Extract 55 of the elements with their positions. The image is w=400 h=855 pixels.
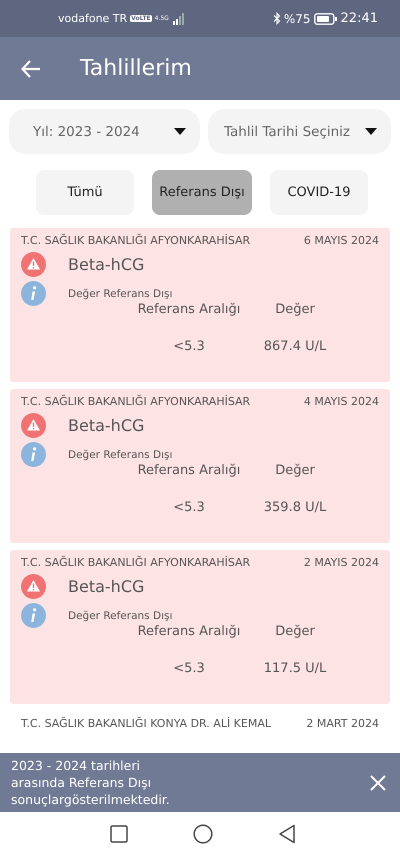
reference-range: <5.3 [173, 339, 205, 354]
warning-icon [21, 252, 46, 277]
result-date: 2 MAYIS 2024 [304, 556, 379, 569]
carrier-name: vodafone TR [58, 12, 128, 25]
test-name: Beta-hCG [68, 255, 144, 274]
battery-icon [314, 12, 338, 24]
dropdown-caret-icon [365, 128, 377, 135]
institution-name: T.C. SAĞLIK BAKANLIĞI AFYONKARAHİSAR [21, 395, 250, 408]
result-card[interactable]: T.C. SAĞLIK BAKANLIĞI AFYONKARAHİSAR 2 MAYIS 2024 Beta-hCG Değer Referans Dışı Referans Aralığı Değer <5.3 117.5 U/L [10, 550, 390, 704]
info-icon [21, 603, 46, 628]
back-arrow-icon [20, 58, 42, 80]
close-icon [370, 774, 386, 790]
result-value: 117.5 U/L [264, 661, 326, 676]
back-icon[interactable] [278, 824, 296, 844]
status-text: Değer Referans Dışı [68, 610, 172, 622]
dropdown[interactable]: Tahlil Tarihi Seçiniz [208, 109, 391, 154]
test-name: Beta-hCG [68, 577, 144, 596]
filter-tab[interactable]: COVID-19 [270, 170, 368, 215]
column-header: Referans Aralığı [138, 302, 240, 317]
back-button[interactable] [20, 58, 42, 80]
clock-time: 22:41 [340, 11, 378, 26]
battery-percent: %75 [284, 12, 311, 26]
result-card[interactable]: T.C. SAĞLIK BAKANLIĞI AFYONKARAHİSAR 4 MAYIS 2024 Beta-hCG Değer Referans Dışı Referans Aralığı Değer <5.3 359.8 U/L [10, 389, 390, 543]
result-date: 4 MAYIS 2024 [304, 395, 379, 408]
reference-range: <5.3 [173, 500, 205, 515]
status-text: Değer Referans Dışı [68, 448, 172, 460]
reference-range: <5.3 [173, 661, 205, 676]
institution-name: T.C. SAĞLIK BAKANLIĞI AFYONKARAHİSAR [21, 556, 250, 569]
column-header: Değer [275, 463, 315, 478]
snackbar-message: 2023 - 2024 tarihleri arasında Referans Dışı sonuçlargösterilmektedir. [11, 757, 171, 808]
result-date: 6 MAYIS 2024 [304, 234, 379, 247]
filter-tab[interactable]: Tümü [36, 170, 134, 215]
home-icon[interactable] [192, 824, 212, 844]
column-header: Referans Aralığı [138, 624, 240, 639]
page-title: Tahlillerim [80, 56, 192, 81]
signal-icon [172, 12, 186, 24]
warning-icon [21, 574, 46, 599]
status-text: Değer Referans Dışı [68, 288, 172, 300]
info-icon [21, 281, 46, 306]
result-date: 2 MART 2024 [306, 717, 379, 730]
warning-icon [21, 413, 46, 438]
close-button[interactable] [370, 774, 386, 790]
institution-name: T.C. SAĞLIK BAKANLIĞI KONYA DR. ALİ KEMAL [21, 717, 271, 730]
result-value: 359.8 U/L [264, 500, 326, 515]
result-card[interactable]: T.C. SAĞLIK BAKANLIĞI AFYONKARAHİSAR 6 MAYIS 2024 Beta-hCG Değer Referans Dışı Referans Aralığı Değer <5.3 867.4 U/L [10, 228, 390, 382]
column-header: Değer [275, 302, 315, 317]
recent-apps-icon[interactable] [110, 824, 128, 842]
column-header: Değer [275, 624, 315, 639]
bluetooth-icon [272, 12, 281, 25]
result-value: 867.4 U/L [264, 339, 326, 354]
test-name: Beta-hCG [68, 416, 144, 435]
column-header: Referans Aralığı [138, 463, 240, 478]
info-icon [21, 442, 46, 467]
filter-tab[interactable]: Referans Dışı [152, 170, 252, 215]
institution-name: T.C. SAĞLIK BAKANLIĞI AFYONKARAHİSAR [21, 234, 250, 247]
